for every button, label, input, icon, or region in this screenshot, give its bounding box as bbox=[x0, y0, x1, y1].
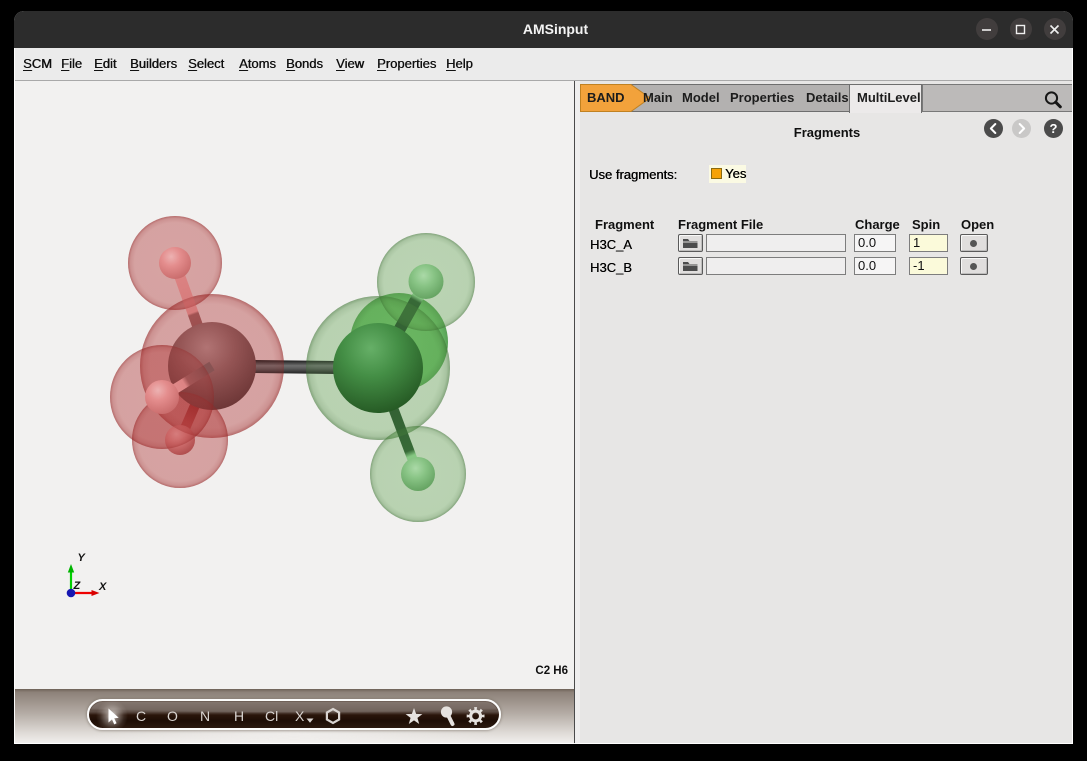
svg-text:X: X bbox=[98, 581, 107, 593]
svg-text:Z: Z bbox=[73, 580, 82, 592]
svg-text:Y: Y bbox=[78, 552, 87, 564]
